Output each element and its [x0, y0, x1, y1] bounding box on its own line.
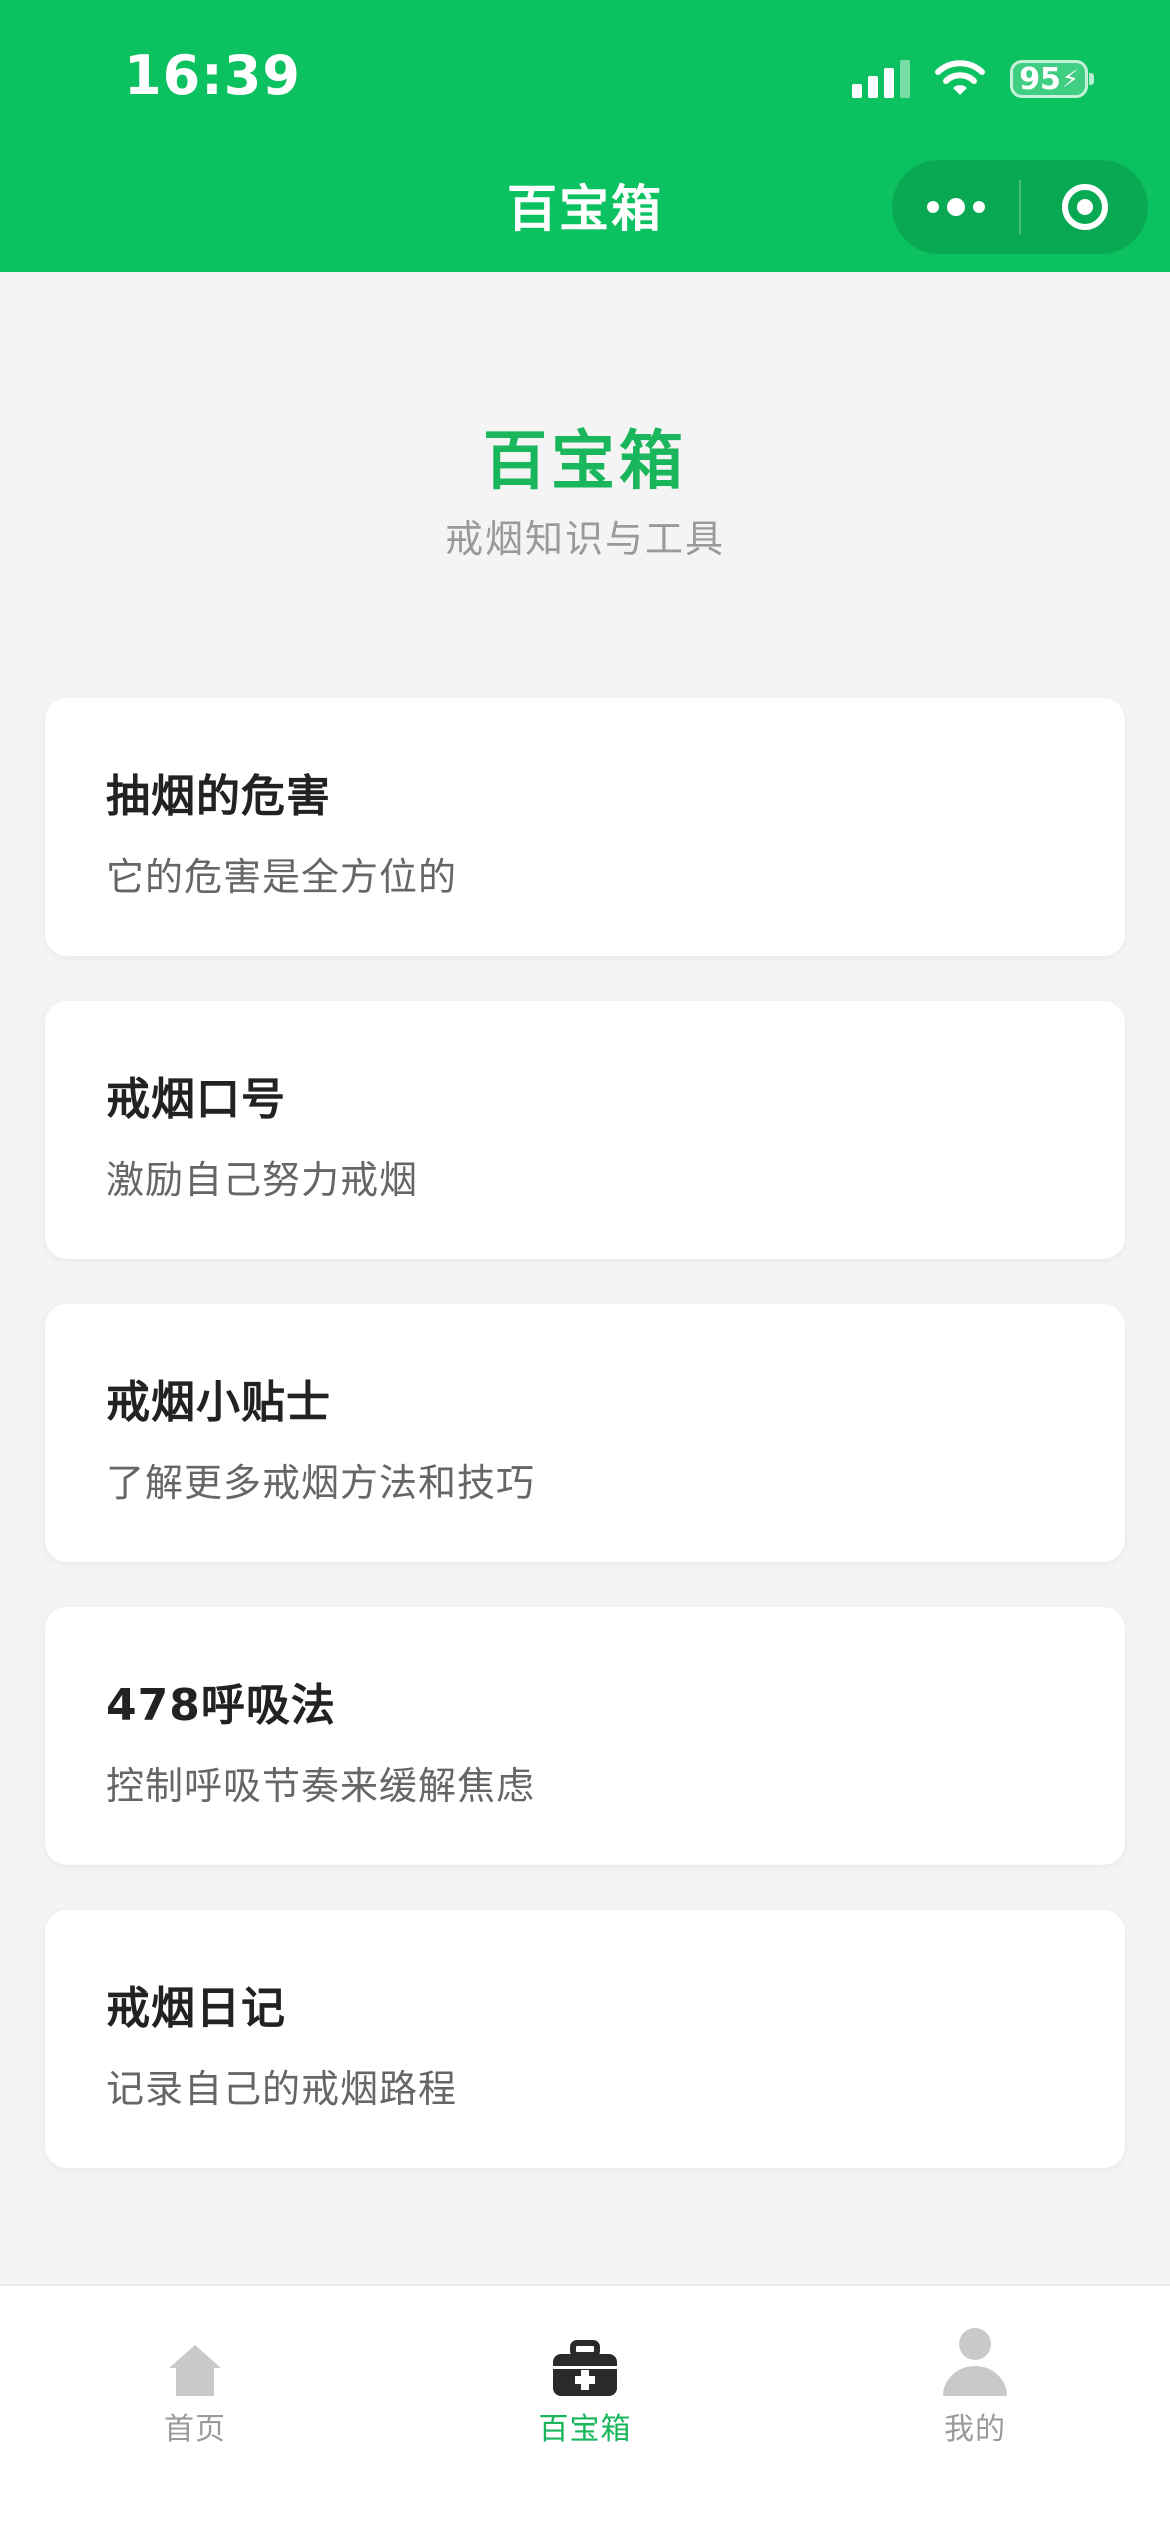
tab-bar: 首页 百宝箱 我的 — [0, 2284, 1170, 2534]
card-quit-diary[interactable]: 戒烟日记 记录自己的戒烟路程 — [45, 1910, 1125, 2168]
miniprogram-capsule — [892, 160, 1148, 254]
card-title: 抽烟的危害 — [106, 771, 331, 822]
battery-level: 95 — [1019, 61, 1061, 97]
card-title: 戒烟口号 — [106, 1074, 286, 1125]
user-icon — [943, 2328, 1007, 2396]
wifi-icon — [935, 60, 985, 95]
card-desc: 激励自己努力戒烟 — [106, 1158, 419, 1202]
tab-toolbox[interactable]: 百宝箱 — [390, 2306, 780, 2466]
tab-label: 首页 — [164, 2412, 226, 2447]
status-indicators: 95 ⚡ — [852, 56, 1094, 102]
card-desc: 它的危害是全方位的 — [106, 855, 458, 899]
card-title: 戒烟小贴士 — [106, 1377, 331, 1428]
card-desc: 了解更多戒烟方法和技巧 — [106, 1461, 536, 1505]
battery-icon: 95 ⚡ — [1010, 60, 1094, 98]
tab-profile[interactable]: 我的 — [780, 2306, 1170, 2466]
charging-bolt-icon: ⚡ — [1061, 65, 1079, 93]
card-title: 478呼吸法 — [106, 1680, 336, 1731]
cellular-signal-icon — [852, 60, 910, 98]
card-desc: 记录自己的戒烟路程 — [106, 2067, 458, 2111]
toolbox-icon — [553, 2340, 617, 2396]
card-breathing-478[interactable]: 478呼吸法 控制呼吸节奏来缓解焦虑 — [45, 1607, 1125, 1865]
card-title: 戒烟日记 — [106, 1983, 286, 2034]
header-bar: 16:39 95 ⚡ 百宝箱 — [0, 0, 1170, 272]
status-time: 16:39 — [124, 44, 301, 107]
page-title: 百宝箱 — [483, 425, 687, 499]
target-icon — [1061, 184, 1108, 230]
more-button[interactable] — [892, 160, 1019, 254]
tab-label: 百宝箱 — [538, 2412, 632, 2447]
card-quit-slogan[interactable]: 戒烟口号 激励自己努力戒烟 — [45, 1001, 1125, 1259]
more-dots-icon — [926, 198, 985, 216]
close-miniprogram-button[interactable] — [1021, 160, 1148, 254]
card-quit-tips[interactable]: 戒烟小贴士 了解更多戒烟方法和技巧 — [45, 1304, 1125, 1562]
tab-home[interactable]: 首页 — [0, 2306, 390, 2466]
page-subtitle: 戒烟知识与工具 — [444, 517, 725, 561]
home-icon — [169, 2345, 221, 2396]
card-desc: 控制呼吸节奏来缓解焦虑 — [106, 1764, 536, 1808]
card-smoking-harm[interactable]: 抽烟的危害 它的危害是全方位的 — [45, 698, 1125, 956]
tab-label: 我的 — [944, 2412, 1006, 2447]
